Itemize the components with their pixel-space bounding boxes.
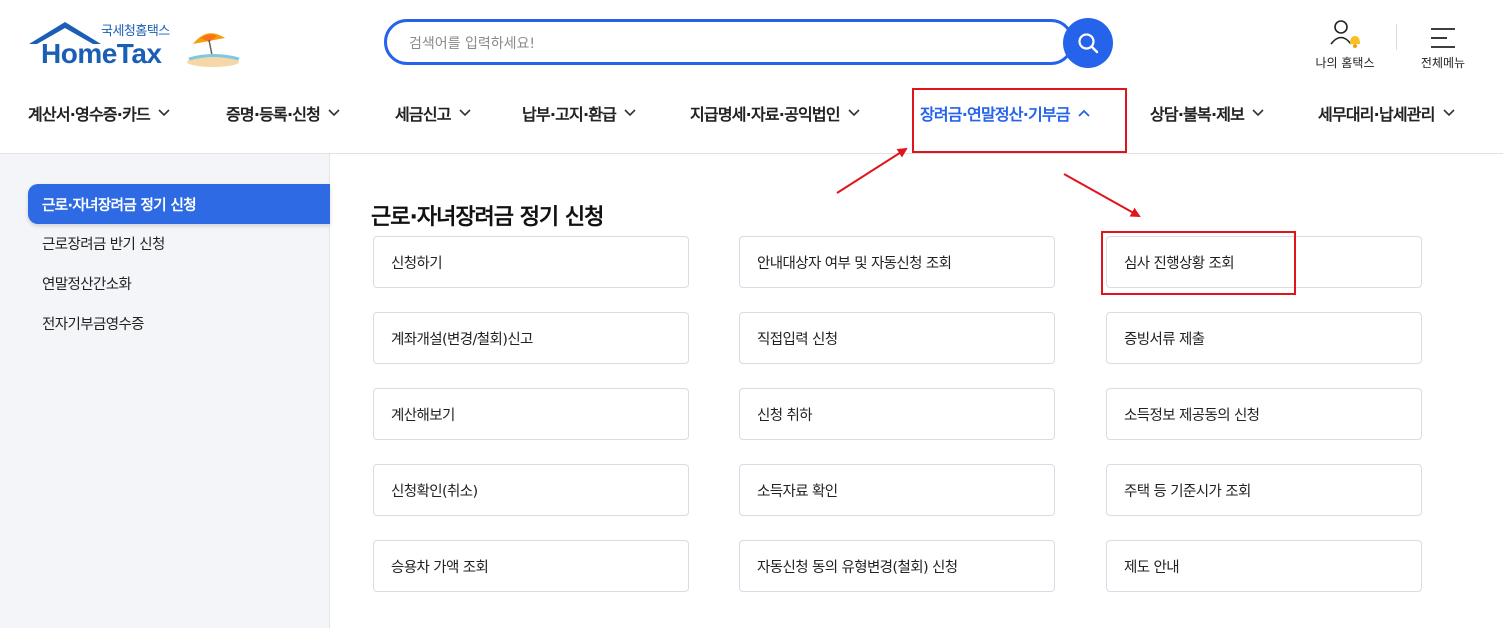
user-bell-icon bbox=[1330, 20, 1360, 48]
sidebar-item-semiannual-application[interactable]: 근로장려금 반기 신청 bbox=[28, 223, 330, 263]
search-box bbox=[384, 19, 1074, 65]
header: 국세청홈택스 HomeTax 나의 홈택스 bbox=[0, 0, 1503, 84]
chevron-down-icon bbox=[158, 109, 170, 117]
gnb-label: 세금신고 bbox=[395, 105, 451, 124]
gnb-incentive-yearend-donation[interactable]: 장려금·연말정산·기부금 bbox=[920, 101, 1090, 125]
utility-divider bbox=[1396, 24, 1397, 50]
hometax-logo[interactable]: 국세청홈택스 HomeTax bbox=[27, 18, 242, 72]
chevron-down-icon bbox=[1443, 109, 1455, 117]
menu-card[interactable]: 소득자료 확인 bbox=[739, 464, 1055, 516]
sidebar-item-yearend-simplified[interactable]: 연말정산간소화 bbox=[28, 263, 330, 303]
search-icon bbox=[1078, 33, 1099, 54]
menu-card[interactable]: 신청확인(취소) bbox=[373, 464, 689, 516]
gnb-tax-filing[interactable]: 세금신고 bbox=[395, 101, 471, 125]
my-hometax-label: 나의 홈택스 bbox=[1315, 56, 1375, 70]
chevron-up-icon bbox=[1078, 109, 1090, 117]
gnb-tax-agent[interactable]: 세무대리·납세관리 bbox=[1318, 101, 1455, 125]
menu-card[interactable]: 계좌개설(변경/철회)신고 bbox=[373, 312, 689, 364]
gnb-label: 상담·불복·제보 bbox=[1150, 105, 1245, 124]
gnb-label: 계산서·영수증·카드 bbox=[28, 105, 151, 124]
chevron-down-icon bbox=[459, 109, 471, 117]
annotation-arrow-up bbox=[836, 147, 908, 194]
chevron-down-icon bbox=[328, 109, 340, 117]
menu-card[interactable]: 안내대상자 여부 및 자동신청 조회 bbox=[739, 236, 1055, 288]
gnb-label: 세무대리·납세관리 bbox=[1318, 105, 1435, 124]
chevron-down-icon bbox=[624, 109, 636, 117]
menu-card[interactable]: 신청 취하 bbox=[739, 388, 1055, 440]
page-title: 근로·자녀장려금 정기 신청 bbox=[371, 204, 604, 230]
menu-card[interactable]: 계산해보기 bbox=[373, 388, 689, 440]
gnb-label: 증명·등록·신청 bbox=[226, 105, 321, 124]
all-menu-button[interactable]: 전체메뉴 bbox=[1413, 14, 1473, 71]
gnb-label: 장려금·연말정산·기부금 bbox=[920, 105, 1071, 124]
menu-card[interactable]: 신청하기 bbox=[373, 236, 689, 288]
search-input[interactable] bbox=[407, 31, 1051, 57]
menu-card[interactable]: 주택 등 기준시가 조회 bbox=[1106, 464, 1422, 516]
gnb-label: 지급명세·자료·공익법인 bbox=[690, 105, 841, 124]
my-hometax-button[interactable]: 나의 홈택스 bbox=[1310, 14, 1380, 71]
gnb-certificate-registration[interactable]: 증명·등록·신청 bbox=[226, 101, 340, 125]
logo-title: HomeTax bbox=[41, 38, 162, 69]
gnb-payment-refund[interactable]: 납부·고지·환급 bbox=[522, 101, 636, 125]
menu-card[interactable]: 자동신청 동의 유형변경(철회) 신청 bbox=[739, 540, 1055, 592]
menu-card[interactable]: 소득정보 제공동의 신청 bbox=[1106, 388, 1422, 440]
logo-subtitle: 국세청홈택스 bbox=[101, 24, 170, 39]
menu-card[interactable]: 증빙서류 제출 bbox=[1106, 312, 1422, 364]
gnb-consult-appeal[interactable]: 상담·불복·제보 bbox=[1150, 101, 1264, 125]
gnb-invoice-receipt-card[interactable]: 계산서·영수증·카드 bbox=[28, 101, 170, 125]
gnb-payment-statement[interactable]: 지급명세·자료·공익법인 bbox=[690, 101, 860, 125]
menu-card[interactable]: 심사 진행상황 조회 bbox=[1106, 236, 1422, 288]
sidebar-item-regular-application[interactable]: 근로·자녀장려금 정기 신청 bbox=[28, 184, 330, 224]
sidebar-item-e-donation-receipt[interactable]: 전자기부금영수증 bbox=[28, 303, 330, 343]
menu-card[interactable]: 제도 안내 bbox=[1106, 540, 1422, 592]
menu-card[interactable]: 승용차 가액 조회 bbox=[373, 540, 689, 592]
hamburger-icon bbox=[1431, 28, 1455, 48]
annotation-arrow-down bbox=[1063, 173, 1141, 217]
all-menu-label: 전체메뉴 bbox=[1420, 56, 1466, 70]
gnb-label: 납부·고지·환급 bbox=[522, 105, 617, 124]
global-nav: 계산서·영수증·카드 증명·등록·신청 세금신고 납부·고지·환급 지급명세·자… bbox=[0, 84, 1503, 154]
menu-card[interactable]: 직접입력 신청 bbox=[739, 312, 1055, 364]
search-button[interactable] bbox=[1063, 18, 1113, 68]
beach-umbrella-icon bbox=[187, 33, 240, 67]
chevron-down-icon bbox=[848, 109, 860, 117]
chevron-down-icon bbox=[1252, 109, 1264, 117]
